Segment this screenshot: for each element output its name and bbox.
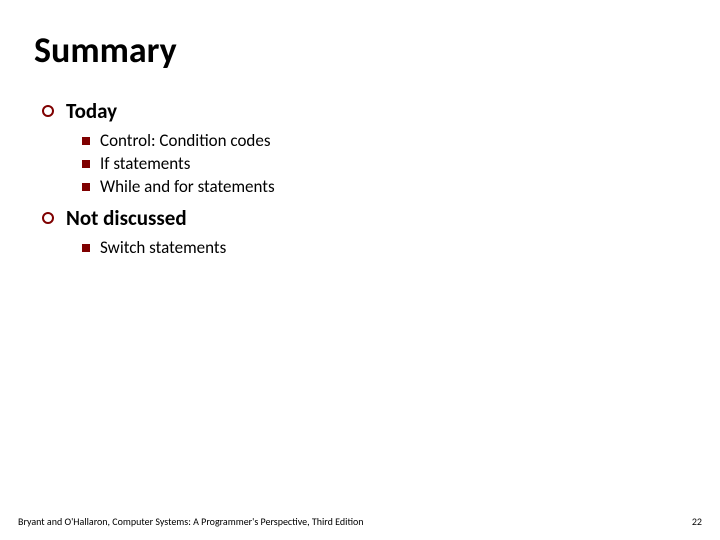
square-bullet-icon (82, 160, 90, 168)
square-bullet-icon (82, 137, 90, 145)
slide: Summary Today Control: Condition codes I… (0, 0, 720, 540)
section-items: Control: Condition codes If statements W… (82, 130, 686, 197)
item-text: If statements (100, 153, 190, 174)
section-heading: Today (66, 98, 117, 124)
footer-attribution: Bryant and O'Hallaron, Computer Systems:… (18, 515, 364, 528)
item-text: While and for statements (100, 176, 275, 197)
list-item: Control: Condition codes (82, 130, 686, 151)
slide-title: Summary (34, 28, 686, 72)
section-not-discussed: Not discussed Switch statements (42, 205, 686, 258)
circle-bullet-icon (42, 105, 54, 117)
list-item: If statements (82, 153, 686, 174)
item-text: Control: Condition codes (100, 130, 270, 151)
section-items: Switch statements (82, 237, 686, 258)
section-head: Today (42, 98, 686, 124)
list-item: While and for statements (82, 176, 686, 197)
square-bullet-icon (82, 183, 90, 191)
square-bullet-icon (82, 244, 90, 252)
item-text: Switch statements (100, 237, 226, 258)
section-heading: Not discussed (66, 205, 187, 231)
section-today: Today Control: Condition codes If statem… (42, 98, 686, 197)
footer: Bryant and O'Hallaron, Computer Systems:… (0, 515, 720, 528)
list-item: Switch statements (82, 237, 686, 258)
page-number: 22 (692, 515, 702, 528)
section-head: Not discussed (42, 205, 686, 231)
circle-bullet-icon (42, 212, 54, 224)
